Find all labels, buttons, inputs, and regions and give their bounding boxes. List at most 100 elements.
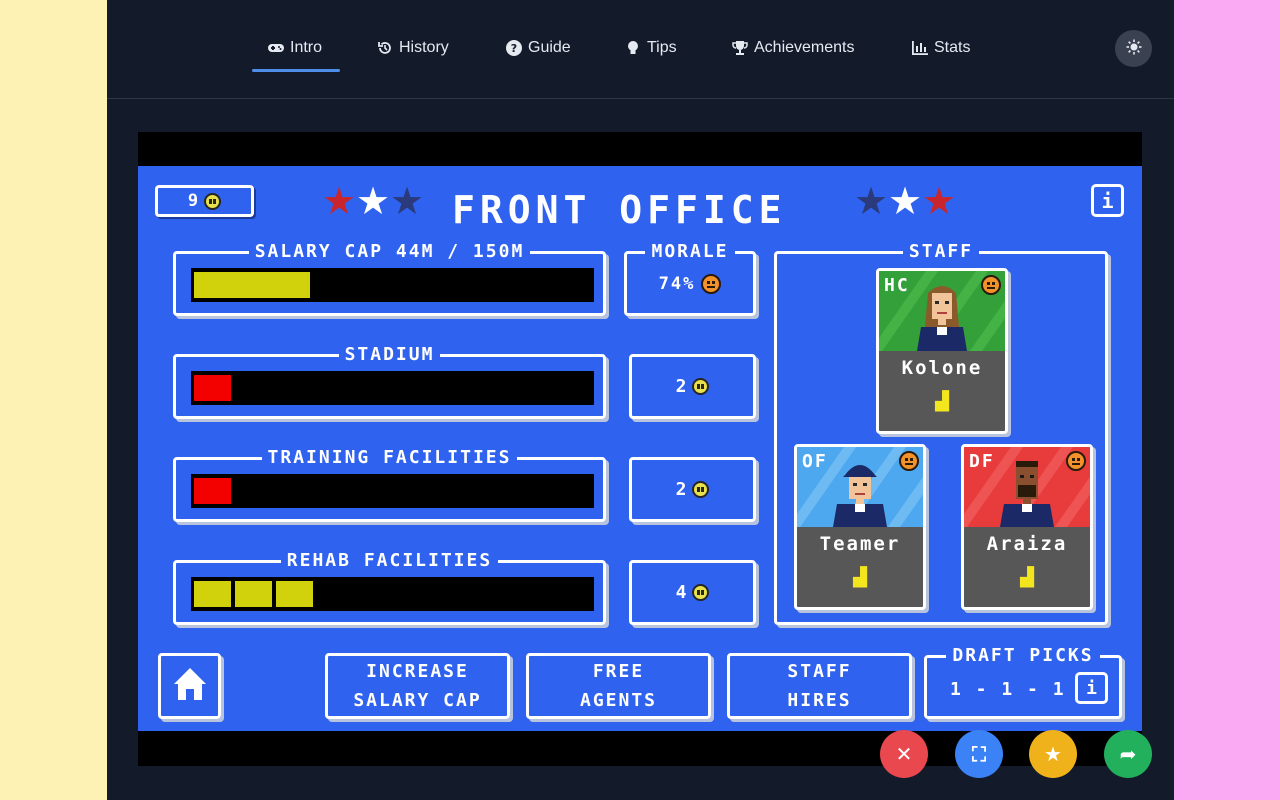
tab-achievements-label: Achievements xyxy=(754,39,855,56)
sun-icon xyxy=(1126,39,1142,59)
info-icon: i xyxy=(1086,677,1097,699)
rehab-label: REHAB FACILITIES xyxy=(280,550,499,571)
upgrade-rehab-button[interactable]: 4 xyxy=(629,560,756,625)
home-button[interactable] xyxy=(158,653,221,719)
training-cost: 2 xyxy=(675,479,689,500)
upgrade-stadium-button[interactable]: 2 xyxy=(629,354,756,419)
level-segment xyxy=(235,581,272,607)
share-icon: ➦ xyxy=(1119,742,1137,766)
tab-history-label: History xyxy=(399,39,449,56)
mood-face-icon xyxy=(701,274,722,294)
tab-tips-label: Tips xyxy=(647,39,677,56)
bar-chart-icon xyxy=(912,40,928,56)
level-segment xyxy=(194,478,231,504)
draft-picks-panel: DRAFT PICKS 1 - 1 - 1 i xyxy=(924,645,1122,719)
button-label: HIRES xyxy=(787,690,852,711)
coin-icon xyxy=(692,378,710,395)
staff-name: Kolone xyxy=(901,357,983,379)
tab-history[interactable]: History xyxy=(377,36,449,60)
staff-card-defense[interactable]: DF Araiza ▟ xyxy=(961,444,1093,610)
staff-card-head-coach[interactable]: HC Kolone ▟ xyxy=(876,268,1008,434)
rating-icon: ▟ xyxy=(853,567,867,588)
star-icon-left-2: ★ xyxy=(356,179,391,223)
star-icon-right-2: ★ xyxy=(888,179,923,223)
rehab-bar xyxy=(191,577,594,611)
close-button[interactable]: ✕ xyxy=(880,730,928,778)
staff-role: OF xyxy=(802,451,828,472)
button-label: INCREASE xyxy=(366,661,469,682)
gamepad-icon xyxy=(268,40,284,56)
lightbulb-icon xyxy=(625,40,641,56)
share-button[interactable]: ➦ xyxy=(1104,730,1152,778)
theme-toggle-button[interactable] xyxy=(1115,30,1152,67)
tab-intro-label: Intro xyxy=(290,39,323,56)
fullscreen-icon: ⛶ xyxy=(972,742,986,766)
tab-achievements[interactable]: Achievements xyxy=(732,36,855,60)
svg-text:?: ? xyxy=(511,42,517,55)
app-window: Intro History ? Guide Tips Achievements xyxy=(107,0,1174,800)
tab-intro[interactable]: Intro xyxy=(268,36,322,60)
draft-info-button[interactable]: i xyxy=(1075,672,1108,704)
star-icon-left-1: ★ xyxy=(322,179,357,223)
salary-cap-fill xyxy=(194,272,310,298)
tab-stats[interactable]: Stats xyxy=(912,36,970,60)
top-nav: Intro History ? Guide Tips Achievements xyxy=(107,0,1174,99)
stadium-label: STADIUM xyxy=(338,344,441,365)
salary-cap-label: SALARY CAP 44M / 150M xyxy=(248,241,531,262)
training-panel: TRAINING FACILITIES xyxy=(173,447,606,522)
screen-title: FRONT OFFICE xyxy=(452,188,787,232)
stadium-bar xyxy=(191,371,594,405)
mood-face-icon xyxy=(1066,451,1086,471)
level-segment xyxy=(276,581,313,607)
tab-guide[interactable]: ? Guide xyxy=(506,36,571,60)
draft-picks-label: DRAFT PICKS xyxy=(946,645,1100,666)
rehab-cost: 4 xyxy=(675,582,689,603)
rating-icon: ▟ xyxy=(1020,567,1034,588)
staff-card-offense[interactable]: OF Teamer ▟ xyxy=(794,444,926,610)
coin-icon xyxy=(692,481,710,498)
increase-salary-cap-button[interactable]: INCREASE SALARY CAP xyxy=(325,653,510,719)
salary-cap-bar xyxy=(191,268,594,302)
salary-cap-panel: SALARY CAP 44M / 150M xyxy=(173,241,606,316)
button-label: AGENTS xyxy=(579,690,658,711)
tab-tips[interactable]: Tips xyxy=(625,36,677,60)
training-bar xyxy=(191,474,594,508)
star-icon-left-3: ★ xyxy=(390,179,425,223)
home-icon xyxy=(171,665,209,707)
stadium-panel: STADIUM xyxy=(173,344,606,419)
level-segment xyxy=(194,375,231,401)
morale-value: 74% xyxy=(658,274,696,294)
question-circle-icon: ? xyxy=(506,40,522,56)
right-margin xyxy=(1174,0,1280,800)
info-button[interactable]: i xyxy=(1091,184,1124,217)
mood-face-icon xyxy=(899,451,919,471)
morale-label: MORALE xyxy=(645,241,735,262)
upgrade-training-button[interactable]: 2 xyxy=(629,457,756,522)
title-row: ★ ★ ★ FRONT OFFICE ★ ★ ★ xyxy=(138,176,1142,232)
level-segment xyxy=(194,581,231,607)
mood-face-icon xyxy=(981,275,1001,295)
active-tab-indicator xyxy=(252,69,340,72)
staff-hires-button[interactable]: STAFF HIRES xyxy=(727,653,912,719)
draft-picks-value: 1 - 1 - 1 xyxy=(950,679,1066,700)
button-label: SALARY CAP xyxy=(353,690,482,711)
tab-guide-label: Guide xyxy=(528,39,571,56)
favorite-button[interactable]: ★ xyxy=(1029,730,1077,778)
star-icon-right-1: ★ xyxy=(854,179,889,223)
staff-role: HC xyxy=(884,275,910,296)
rehab-panel: REHAB FACILITIES xyxy=(173,550,606,625)
info-icon: i xyxy=(1101,188,1114,213)
staff-label: STAFF xyxy=(902,241,980,262)
rating-icon: ▟ xyxy=(935,391,949,412)
close-icon: ✕ xyxy=(895,742,913,766)
button-label: FREE xyxy=(592,661,645,682)
star-icon-right-3: ★ xyxy=(922,179,957,223)
morale-panel: MORALE 74% xyxy=(624,241,756,316)
fullscreen-button[interactable]: ⛶ xyxy=(955,730,1003,778)
game-canvas[interactable]: 9 ★ ★ ★ FRONT OFFICE ★ ★ ★ i SALARY CAP … xyxy=(138,132,1142,766)
tab-stats-label: Stats xyxy=(934,39,971,56)
left-margin xyxy=(0,0,107,800)
free-agents-button[interactable]: FREE AGENTS xyxy=(526,653,711,719)
coin-icon xyxy=(692,584,710,601)
stadium-cost: 2 xyxy=(675,376,689,397)
